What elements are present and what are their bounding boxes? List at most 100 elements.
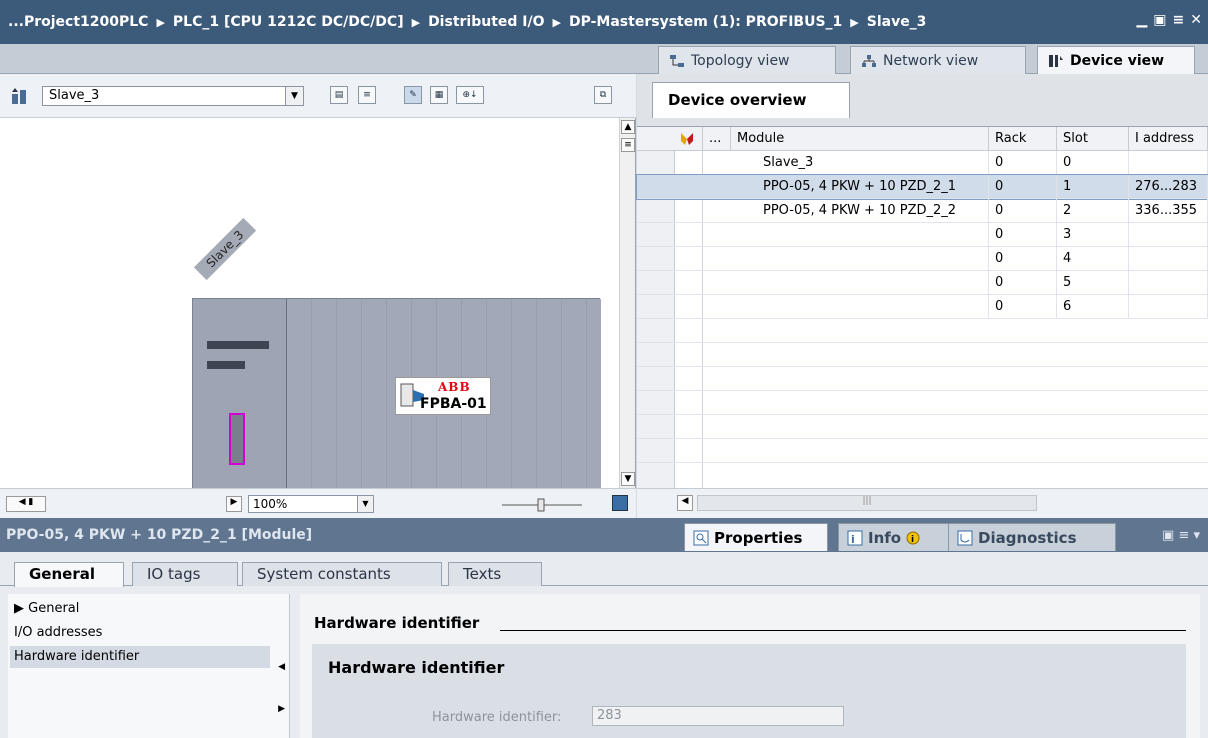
row-iaddress (1129, 295, 1208, 319)
window-controls: ▁ ▣ ≡ ✕ (1137, 12, 1202, 28)
scroll-left-icon[interactable]: ◀ (677, 495, 693, 511)
hardware-identifier-field: 283 (592, 706, 844, 726)
menu-icon[interactable]: ≡ (1173, 12, 1185, 28)
module-icon[interactable]: ▤ (330, 86, 348, 104)
subtab-texts[interactable]: Texts (448, 562, 542, 586)
scroll-thumb[interactable]: ||| (697, 495, 1037, 511)
expand-arrow-icon: ▶ (14, 601, 24, 616)
canvas-status-bar: ◀ ▮ ▶ 100% ▼ (0, 488, 636, 518)
zoom-select[interactable]: 100% ▼ (248, 495, 374, 513)
col-header-rack[interactable]: Rack (989, 127, 1057, 151)
table-row[interactable]: PPO-05, 4 PKW + 10 PZD_2_2 0 2 336...355 (637, 199, 1208, 223)
device-icon (1049, 54, 1063, 67)
nav-item-io-addresses[interactable]: I/O addresses (10, 622, 270, 644)
row-slot: 5 (1057, 271, 1129, 295)
col-header-slot[interactable]: Slot (1057, 127, 1129, 151)
head-module[interactable] (193, 299, 287, 511)
hardware-identifier-group: Hardware identifier Hardware identifier:… (312, 644, 1186, 738)
table-row[interactable] (637, 415, 1208, 439)
breadcrumb-separator: ▶ (156, 15, 165, 29)
breadcrumb-mastersystem[interactable]: DP-Mastersystem (1): PROFIBUS_1 (569, 14, 842, 30)
table-row[interactable]: 0 4 (637, 247, 1208, 271)
row-iaddress (1129, 151, 1208, 175)
table-row[interactable]: 0 5 (637, 271, 1208, 295)
expand-right-icon[interactable]: ▶ (226, 496, 242, 512)
scroll-up-icon[interactable]: ▲ (621, 120, 635, 134)
info-badge-icon: i (906, 531, 920, 545)
abb-module[interactable]: ABB FPBA-01 (395, 377, 491, 415)
table-row[interactable] (637, 343, 1208, 367)
table-row[interactable]: 0 6 (637, 295, 1208, 319)
zoom-value: 100% (253, 497, 288, 511)
vertical-scrollbar[interactable]: ▲ ≡ ▼ (619, 118, 635, 488)
breadcrumb-separator: ▶ (850, 15, 859, 29)
table-row[interactable] (637, 319, 1208, 343)
diagnostics-icon (957, 530, 973, 545)
row-rack: 0 (989, 151, 1057, 175)
breadcrumb-project[interactable]: ...Project1200PLC (8, 14, 148, 30)
row-iaddress (1129, 223, 1208, 247)
row-iaddress: 336...355 (1129, 199, 1208, 223)
row-rack: 0 (989, 175, 1057, 199)
breadcrumb-distributed-io[interactable]: Distributed I/O (428, 14, 544, 30)
col-header-module[interactable]: Module (731, 127, 989, 151)
table-row[interactable] (637, 367, 1208, 391)
tab-info[interactable]: i Info i (838, 523, 952, 551)
horizontal-scrollbar[interactable]: ◀ ▮ (6, 496, 46, 512)
breadcrumb-plc[interactable]: PLC_1 [CPU 1212C DC/DC/DC] (173, 14, 404, 30)
table-row[interactable] (637, 391, 1208, 415)
hardware-tree-icon[interactable] (10, 86, 32, 106)
tab-device-overview[interactable]: Device overview (652, 82, 850, 118)
name-label-icon[interactable]: ≡ (358, 86, 376, 104)
row-module: PPO-05, 4 PKW + 10 PZD_2_1 (757, 175, 989, 199)
table-row[interactable] (637, 439, 1208, 463)
expand-icon[interactable]: ▶ (278, 704, 285, 714)
grid-icon[interactable]: ▦ (430, 86, 448, 104)
table-row[interactable]: 0 3 (637, 223, 1208, 247)
nav-item-hardware-identifier[interactable]: Hardware identifier (10, 646, 270, 668)
pen-icon[interactable]: ✎ (404, 86, 422, 104)
profibus-port[interactable] (229, 413, 245, 465)
device-canvas[interactable]: Slave_3 ABB FPBA-01 (0, 118, 620, 511)
minimize-icon[interactable]: ▁ (1137, 12, 1148, 28)
tab-diagnostics[interactable]: Diagnostics (948, 523, 1116, 551)
table-horizontal-scrollbar[interactable]: ◀ ||| (637, 488, 1208, 518)
collapse-icon[interactable]: ◀ (278, 662, 285, 672)
tab-topology-view[interactable]: Topology view (658, 46, 836, 74)
device-select[interactable]: Slave_3 ▼ (42, 86, 304, 106)
zoom-icon[interactable]: ⊕↓ (456, 86, 484, 104)
chevron-down-icon[interactable]: ▼ (357, 496, 373, 512)
row-slot: 6 (1057, 295, 1129, 319)
section-title: Hardware identifier (314, 614, 480, 632)
table-row[interactable]: Slave_3 0 0 (637, 151, 1208, 175)
device-rack[interactable]: ABB FPBA-01 (192, 298, 601, 511)
close-icon[interactable]: ✕ (1190, 12, 1202, 28)
scroll-down-icon[interactable]: ▼ (621, 472, 635, 486)
subtab-system-constants[interactable]: System constants (242, 562, 442, 586)
restore-icon[interactable]: ▣ (1153, 12, 1166, 28)
col-header-iaddress[interactable]: I address (1129, 127, 1208, 151)
device-toolbar: Slave_3 ▼ ▤ ≡ ✎ ▦ ⊕↓ ⧉ (0, 74, 636, 118)
table-row[interactable]: PPO-05, 4 PKW + 10 PZD_2_1 0 1 276...283 (636, 174, 1208, 200)
subtab-general[interactable]: General (14, 562, 124, 587)
panel-controls-icon[interactable]: ▣ ≡ ▾ (1162, 528, 1200, 543)
panel-toggle-icon[interactable]: ⧉ (594, 86, 612, 104)
navigation-icon[interactable] (612, 495, 628, 511)
row-slot: 3 (1057, 223, 1129, 247)
tab-properties[interactable]: Properties (684, 523, 828, 551)
zoom-slider[interactable] (500, 497, 584, 513)
row-slot: 0 (1057, 151, 1129, 175)
topology-icon (670, 54, 684, 67)
scroll-thumb[interactable]: ≡ (621, 138, 635, 152)
row-slot: 2 (1057, 199, 1129, 223)
group-title: Hardware identifier (328, 658, 505, 677)
col-header-dots[interactable]: ... (703, 127, 731, 151)
chevron-down-icon[interactable]: ▼ (285, 87, 303, 105)
subtab-io-tags[interactable]: IO tags (132, 562, 238, 586)
breadcrumb-slave[interactable]: Slave_3 (867, 14, 927, 30)
nav-item-general[interactable]: ▶ General (10, 598, 270, 620)
tab-network-view[interactable]: Network view (850, 46, 1026, 74)
tab-device-view[interactable]: Device view (1037, 46, 1195, 74)
module-name: FPBA-01 (420, 396, 487, 412)
row-rack: 0 (989, 295, 1057, 319)
